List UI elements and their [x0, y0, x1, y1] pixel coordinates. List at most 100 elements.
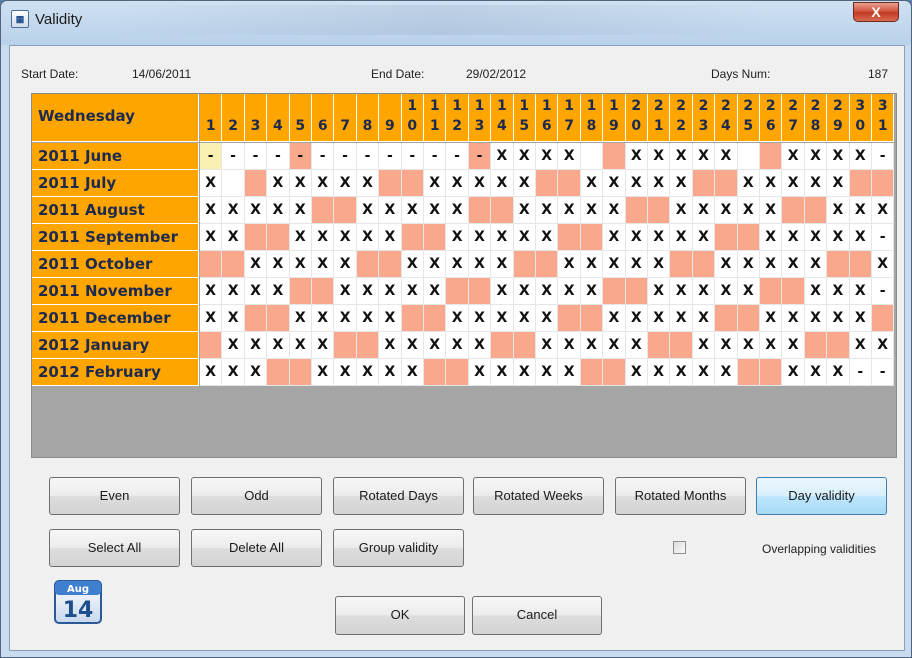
day-cell[interactable]: X: [827, 305, 850, 332]
day-cell[interactable]: X: [312, 170, 335, 197]
day-cell[interactable]: [334, 332, 357, 359]
day-cell[interactable]: [536, 251, 559, 278]
day-cell[interactable]: X: [334, 278, 357, 305]
day-cell[interactable]: X: [804, 305, 828, 332]
day-cell[interactable]: X: [782, 251, 805, 278]
title-bar[interactable]: ▦ Validity X: [1, 1, 911, 45]
day-cell[interactable]: X: [737, 332, 760, 359]
day-column-header[interactable]: 24: [715, 94, 738, 142]
day-cell[interactable]: -: [244, 143, 268, 170]
day-cell[interactable]: X: [491, 359, 514, 386]
day-cell[interactable]: X: [200, 305, 223, 332]
day-cell[interactable]: X: [692, 224, 716, 251]
day-column-header[interactable]: 2: [222, 94, 245, 142]
day-cell[interactable]: X: [424, 332, 447, 359]
day-cell[interactable]: X: [468, 332, 492, 359]
day-cell[interactable]: X: [222, 359, 245, 386]
day-column-header[interactable]: 13: [468, 94, 492, 142]
day-cell[interactable]: [558, 170, 581, 197]
day-cell[interactable]: -: [872, 278, 895, 305]
day-cell[interactable]: X: [603, 251, 626, 278]
day-cell[interactable]: X: [648, 251, 671, 278]
day-cell[interactable]: X: [513, 143, 536, 170]
month-row-label[interactable]: 2011 August: [32, 197, 199, 224]
day-cell[interactable]: X: [558, 332, 581, 359]
day-cell[interactable]: X: [648, 143, 671, 170]
delete-all-button[interactable]: Delete All: [191, 529, 322, 567]
day-cell[interactable]: [356, 251, 380, 278]
day-cell[interactable]: [603, 143, 626, 170]
day-cell[interactable]: -: [312, 143, 335, 170]
day-cell[interactable]: X: [625, 305, 648, 332]
day-cell[interactable]: X: [513, 170, 536, 197]
day-cell[interactable]: X: [334, 359, 357, 386]
day-cell[interactable]: [715, 224, 738, 251]
day-cell[interactable]: X: [424, 197, 447, 224]
day-column-header[interactable]: 12: [446, 94, 469, 142]
day-column-header[interactable]: 8: [356, 94, 380, 142]
month-row-label[interactable]: 2011 July: [32, 170, 199, 197]
day-cell[interactable]: X: [558, 359, 581, 386]
group-validity-button[interactable]: Group validity: [333, 529, 464, 567]
day-cell[interactable]: X: [312, 332, 335, 359]
day-cell[interactable]: X: [760, 170, 783, 197]
day-cell[interactable]: [491, 332, 514, 359]
day-cell[interactable]: X: [648, 305, 671, 332]
day-cell[interactable]: X: [222, 224, 245, 251]
day-cell[interactable]: X: [446, 332, 469, 359]
day-cell[interactable]: X: [625, 170, 648, 197]
day-cell[interactable]: [760, 278, 783, 305]
day-cell[interactable]: [580, 359, 604, 386]
day-cell[interactable]: X: [625, 359, 648, 386]
day-cell[interactable]: -: [446, 143, 469, 170]
day-column-header[interactable]: 14: [491, 94, 514, 142]
day-cell[interactable]: [737, 359, 760, 386]
day-cell[interactable]: [692, 170, 716, 197]
day-column-header[interactable]: 6: [312, 94, 335, 142]
day-cell[interactable]: X: [513, 278, 536, 305]
day-column-header[interactable]: 31: [872, 94, 895, 142]
day-cell[interactable]: [737, 224, 760, 251]
day-cell[interactable]: [424, 305, 447, 332]
day-cell[interactable]: X: [603, 170, 626, 197]
day-cell[interactable]: X: [289, 197, 312, 224]
day-cell[interactable]: [849, 251, 872, 278]
day-cell[interactable]: X: [737, 251, 760, 278]
day-column-header[interactable]: 17: [558, 94, 581, 142]
day-cell[interactable]: X: [244, 278, 268, 305]
day-cell[interactable]: X: [289, 224, 312, 251]
day-cell[interactable]: X: [334, 251, 357, 278]
day-cell[interactable]: X: [782, 170, 805, 197]
day-cell[interactable]: X: [244, 332, 268, 359]
day-cell[interactable]: X: [782, 359, 805, 386]
day-cell[interactable]: X: [267, 251, 290, 278]
day-cell[interactable]: X: [782, 332, 805, 359]
day-cell[interactable]: [289, 359, 312, 386]
day-cell[interactable]: [558, 305, 581, 332]
day-cell[interactable]: [312, 197, 335, 224]
day-cell[interactable]: [379, 170, 402, 197]
day-cell[interactable]: X: [334, 170, 357, 197]
day-cell[interactable]: X: [222, 332, 245, 359]
day-cell[interactable]: X: [692, 305, 716, 332]
day-cell[interactable]: X: [289, 251, 312, 278]
day-cell[interactable]: [222, 251, 245, 278]
day-cell[interactable]: X: [468, 224, 492, 251]
day-column-header[interactable]: 20: [625, 94, 648, 142]
day-column-header[interactable]: 27: [782, 94, 805, 142]
day-cell[interactable]: X: [760, 332, 783, 359]
day-cell[interactable]: X: [737, 170, 760, 197]
day-cell[interactable]: X: [580, 332, 604, 359]
day-cell[interactable]: X: [244, 197, 268, 224]
day-cell[interactable]: [222, 170, 245, 197]
day-cell[interactable]: X: [446, 251, 469, 278]
day-cell[interactable]: X: [827, 197, 850, 224]
day-cell[interactable]: X: [244, 359, 268, 386]
month-row-label[interactable]: 2012 February: [32, 359, 199, 386]
day-cell[interactable]: [827, 251, 850, 278]
day-cell[interactable]: [603, 359, 626, 386]
day-cell[interactable]: X: [804, 278, 828, 305]
day-cell[interactable]: X: [334, 305, 357, 332]
day-cell[interactable]: X: [289, 332, 312, 359]
day-cell[interactable]: X: [849, 197, 872, 224]
